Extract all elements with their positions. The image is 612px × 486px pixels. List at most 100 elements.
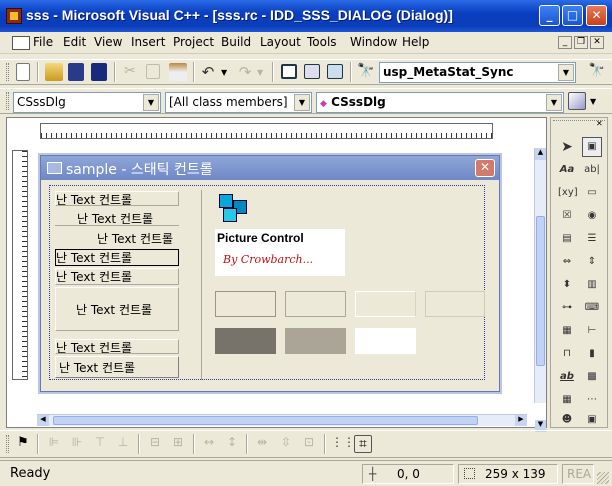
cut-icon[interactable]: ✂	[121, 63, 139, 81]
copy-icon[interactable]	[146, 64, 160, 79]
document-icon[interactable]	[12, 36, 30, 50]
horizontal-ruler[interactable]	[40, 123, 493, 139]
horizontal-scrollbar[interactable]: ◀ ▶	[37, 414, 527, 426]
radio-button-icon[interactable]: ◉	[582, 206, 602, 226]
pointer-icon[interactable]: ➤	[557, 137, 577, 157]
progress-icon[interactable]: ▥	[582, 275, 602, 295]
spin-icon[interactable]: ⬍	[557, 275, 577, 295]
menu-help[interactable]: Help	[402, 35, 429, 49]
tab-control-icon[interactable]: ⊓	[557, 344, 577, 364]
combo-box-icon[interactable]: ▤	[557, 229, 577, 249]
space-down-icon[interactable]: ↕	[223, 435, 241, 453]
picture-control[interactable]: Picture Control By Crowbarch...	[215, 229, 345, 276]
hotkey-icon[interactable]: ⌨	[582, 298, 602, 318]
static-text[interactable]: 난 Text 컨트롤	[59, 359, 135, 376]
filter-combo[interactable]: [All class members] ▼	[165, 92, 312, 113]
menu-build[interactable]: Build	[221, 35, 251, 49]
menu-view[interactable]: View	[94, 35, 122, 49]
ip-address-icon[interactable]: ⋯	[582, 390, 602, 410]
toolbox-close-icon[interactable]: ✕	[596, 119, 603, 128]
edit-box-icon[interactable]: ab|	[582, 160, 602, 180]
chevron-down-icon[interactable]: ▼	[546, 94, 562, 111]
save-icon[interactable]	[68, 63, 84, 81]
check-box-icon[interactable]: ☒	[557, 206, 577, 226]
undo-icon[interactable]: ↶	[199, 63, 217, 81]
redo-icon[interactable]: ↷	[236, 63, 254, 81]
member-combo[interactable]: ◆ CSssDlg ▼	[316, 92, 564, 113]
vertical-ruler[interactable]	[12, 150, 28, 380]
open-folder-icon[interactable]	[45, 63, 63, 81]
window-list-icon[interactable]	[327, 64, 343, 79]
horizontal-scrollbar-icon[interactable]: ⇔	[557, 252, 577, 272]
menu-file[interactable]: File	[33, 35, 53, 49]
frame-gray[interactable]	[215, 291, 276, 317]
save-all-icon[interactable]	[91, 63, 107, 81]
horizontal-scroll-thumb[interactable]	[53, 416, 478, 425]
toolbar-grip[interactable]	[6, 63, 9, 81]
frame-white[interactable]	[355, 291, 416, 317]
output-icon[interactable]	[304, 64, 320, 79]
toolbar-grip[interactable]	[6, 92, 9, 110]
rect-white[interactable]	[355, 328, 416, 354]
picture-icon[interactable]: ▣	[582, 137, 602, 157]
static-text[interactable]: 난 Text 컨트롤	[56, 339, 132, 356]
close-button[interactable]: ✕	[586, 5, 607, 26]
cubes-icon[interactable]	[217, 192, 251, 224]
find-icon[interactable]: 🔭	[588, 63, 606, 81]
rich-edit-icon[interactable]: ab	[557, 367, 577, 387]
menu-layout[interactable]: Layout	[260, 35, 301, 49]
space-across-icon[interactable]: ↔	[200, 435, 218, 453]
function-combo[interactable]: usp_MetaStat_Sync ▼	[379, 62, 576, 83]
dialog-close-icon[interactable]: ✕	[475, 159, 495, 177]
vertical-scrollbar-icon[interactable]: ⇕	[582, 252, 602, 272]
align-top-icon[interactable]: ⊤	[91, 435, 109, 453]
static-text[interactable]: 난 Text 컨트롤	[56, 249, 132, 266]
menu-edit[interactable]: Edit	[63, 35, 86, 49]
scroll-right-icon[interactable]: ▶	[515, 415, 527, 426]
dialog-preview[interactable]: sample - 스태틱 컨트롤 ✕ 난 Text 컨트롤 난 Text 컨트롤…	[40, 155, 500, 392]
align-left-icon[interactable]: ⊫	[45, 435, 63, 453]
wizard-action-icon[interactable]	[568, 92, 586, 110]
rect-dark[interactable]	[215, 328, 276, 354]
minimize-button[interactable]: _	[539, 5, 560, 26]
align-bottom-icon[interactable]: ⊥	[114, 435, 132, 453]
menu-project[interactable]: Project	[173, 35, 214, 49]
slider-icon[interactable]: ⊶	[557, 298, 577, 318]
extended-combo-icon[interactable]: ▣	[582, 413, 602, 427]
chevron-down-icon[interactable]: ▼	[294, 94, 310, 111]
static-text[interactable]: 난 Text 컨트롤	[56, 268, 132, 285]
menu-tools[interactable]: Tools	[307, 35, 337, 49]
button-icon[interactable]: ▭	[582, 183, 602, 203]
static-text[interactable]: 난 Text 컨트롤	[76, 301, 152, 318]
group-box-icon[interactable]: [xy]	[557, 183, 578, 203]
find-in-files-icon[interactable]: 🔭	[357, 63, 375, 81]
wizard-action-dropdown-icon[interactable]: ▼	[590, 97, 596, 106]
scroll-up-icon[interactable]: ▲	[535, 148, 546, 160]
mdi-close-button[interactable]: ✕	[590, 36, 604, 49]
rect-mid[interactable]	[285, 328, 346, 354]
list-box-icon[interactable]: ☰	[582, 229, 602, 249]
custom-control-icon[interactable]: ☻	[557, 413, 577, 427]
month-calendar-icon[interactable]: ▦	[557, 390, 577, 410]
mdi-restore-button[interactable]: ❐	[574, 36, 588, 49]
static-text[interactable]: 난 Text 컨트롤	[56, 191, 132, 208]
static-text[interactable]: 난 Text 컨트롤	[97, 230, 173, 247]
mdi-minimize-button[interactable]: _	[558, 36, 572, 49]
workspace-icon[interactable]	[281, 64, 297, 79]
toggle-guides-icon[interactable]: ⌗	[354, 435, 372, 453]
animate-icon[interactable]: ▮	[582, 344, 602, 364]
center-vertical-icon[interactable]: ⊟	[146, 435, 164, 453]
frame-light[interactable]	[285, 291, 346, 317]
chevron-down-icon[interactable]: ▼	[558, 64, 574, 81]
align-right-icon[interactable]: ⊪	[68, 435, 86, 453]
toggle-grid-icon[interactable]: ⋮⋮	[331, 435, 355, 453]
vertical-scroll-thumb[interactable]	[536, 216, 545, 366]
same-height-icon[interactable]: ⇳	[277, 435, 295, 453]
date-picker-icon[interactable]: ▩	[582, 367, 602, 387]
scroll-left-icon[interactable]: ◀	[37, 415, 49, 426]
test-dialog-icon[interactable]: ⚑	[14, 435, 32, 453]
maximize-button[interactable]: □	[562, 5, 583, 26]
app-icon[interactable]	[6, 8, 22, 24]
static-text-icon[interactable]: Aa	[557, 160, 577, 180]
center-horizontal-icon[interactable]: ⊞	[169, 435, 187, 453]
